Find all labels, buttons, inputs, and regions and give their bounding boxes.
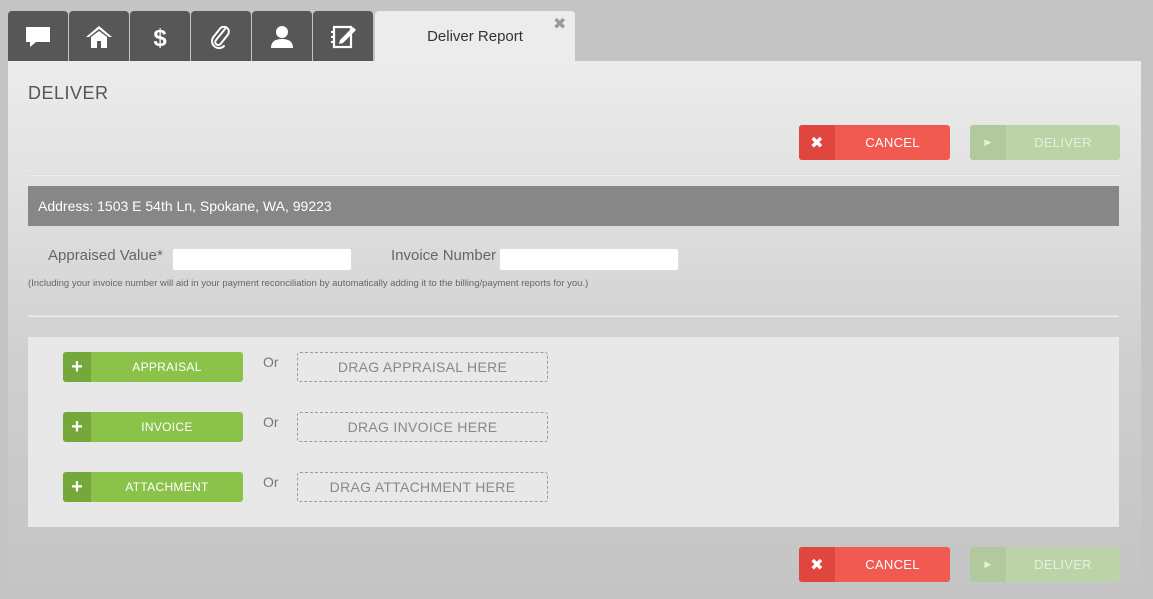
cancel-button-bottom[interactable]: ✖ CANCEL [799, 547, 950, 582]
deliver-button-top[interactable]: ▶ DELIVER [970, 125, 1120, 160]
tab-bar: $ [8, 11, 374, 62]
close-icon: ✖ [799, 125, 835, 160]
add-invoice-button[interactable]: + INVOICE [63, 412, 243, 442]
tab-deliver-report-label: Deliver Report [427, 28, 523, 45]
or-text: Or [263, 354, 279, 370]
deliver-panel: DELIVER ✖ CANCEL ▶ DELIVER Address: 1503… [8, 61, 1141, 599]
appraised-value-input[interactable] [172, 248, 352, 271]
invoice-number-input[interactable] [499, 248, 679, 271]
page-title: DELIVER [28, 83, 109, 103]
paperclip-icon [211, 25, 230, 49]
invoice-hint: (Including your invoice number will aid … [28, 278, 589, 289]
tab-notes[interactable] [313, 11, 373, 62]
add-attachment-label: ATTACHMENT [125, 480, 209, 494]
play-icon: ▶ [970, 547, 1006, 582]
plus-icon: + [63, 412, 91, 442]
deliver-button-label: DELIVER [1034, 557, 1092, 572]
add-appraisal-button[interactable]: + APPRAISAL [63, 352, 243, 382]
cancel-button-label: CANCEL [865, 135, 920, 150]
note-icon [331, 25, 356, 48]
divider [28, 315, 1119, 317]
close-icon[interactable]: ✖ [553, 17, 566, 33]
svg-text:$: $ [153, 25, 167, 51]
cancel-button-top[interactable]: ✖ CANCEL [799, 125, 950, 160]
plus-icon: + [63, 472, 91, 502]
deliver-button-bottom[interactable]: ▶ DELIVER [970, 547, 1120, 582]
add-attachment-button[interactable]: + ATTACHMENT [63, 472, 243, 502]
close-icon: ✖ [799, 547, 835, 582]
add-invoice-label: INVOICE [141, 420, 193, 434]
user-icon [271, 25, 293, 48]
address-bar: Address: 1503 E 54th Ln, Spokane, WA, 99… [28, 186, 1119, 226]
home-icon [86, 25, 112, 48]
appraised-value-label: Appraised Value* [48, 247, 163, 264]
or-text: Or [263, 474, 279, 490]
tab-deliver-report[interactable]: Deliver Report ✖ [375, 11, 575, 62]
deliver-button-label: DELIVER [1034, 135, 1092, 150]
divider [28, 174, 1119, 176]
chat-icon [26, 26, 50, 47]
tab-billing[interactable]: $ [130, 11, 190, 62]
appraisal-drop-zone[interactable]: DRAG APPRAISAL HERE [297, 352, 548, 382]
tab-attachments[interactable] [191, 11, 251, 62]
invoice-drop-zone[interactable]: DRAG INVOICE HERE [297, 412, 548, 442]
tab-contacts[interactable] [252, 11, 312, 62]
play-icon: ▶ [970, 125, 1006, 160]
tab-messages[interactable] [8, 11, 68, 62]
tab-home[interactable] [69, 11, 129, 62]
upload-area: + APPRAISAL Or DRAG APPRAISAL HERE + INV… [28, 337, 1119, 527]
add-appraisal-label: APPRAISAL [132, 360, 202, 374]
dollar-icon: $ [153, 25, 167, 51]
attachment-drop-zone[interactable]: DRAG ATTACHMENT HERE [297, 472, 548, 502]
cancel-button-label: CANCEL [865, 557, 920, 572]
or-text: Or [263, 414, 279, 430]
address-text: Address: 1503 E 54th Ln, Spokane, WA, 99… [38, 198, 332, 214]
invoice-number-label: Invoice Number [391, 247, 497, 264]
plus-icon: + [63, 352, 91, 382]
